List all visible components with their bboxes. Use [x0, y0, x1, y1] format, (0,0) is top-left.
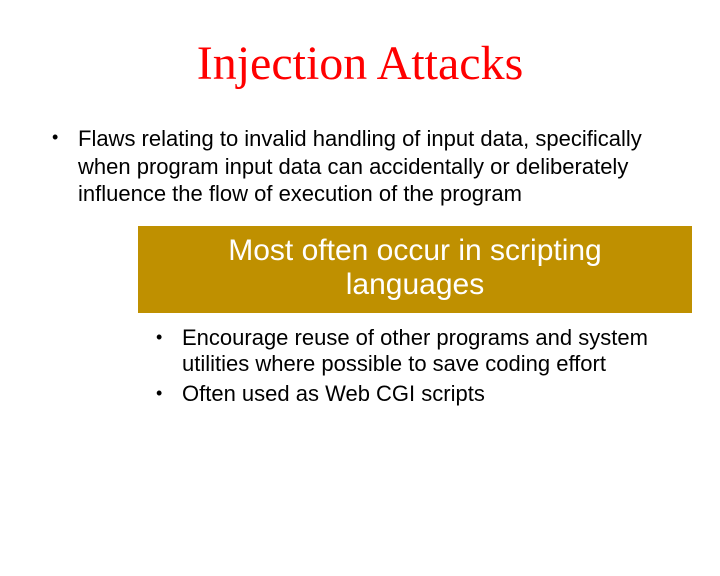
callout-bullet-item: Often used as Web CGI scripts	[156, 381, 674, 407]
callout-bullet-list: Encourage reuse of other programs and sy…	[156, 325, 674, 408]
callout-body: Encourage reuse of other programs and sy…	[138, 313, 692, 424]
bullet-item: Flaws relating to invalid handling of in…	[52, 125, 680, 208]
main-bullet-list: Flaws relating to invalid handling of in…	[0, 125, 720, 208]
callout-bullet-item: Encourage reuse of other programs and sy…	[156, 325, 674, 378]
callout-box: Most often occur in scripting languages …	[138, 226, 692, 424]
callout-header: Most often occur in scripting languages	[138, 226, 692, 313]
slide-title: Injection Attacks	[0, 36, 720, 91]
